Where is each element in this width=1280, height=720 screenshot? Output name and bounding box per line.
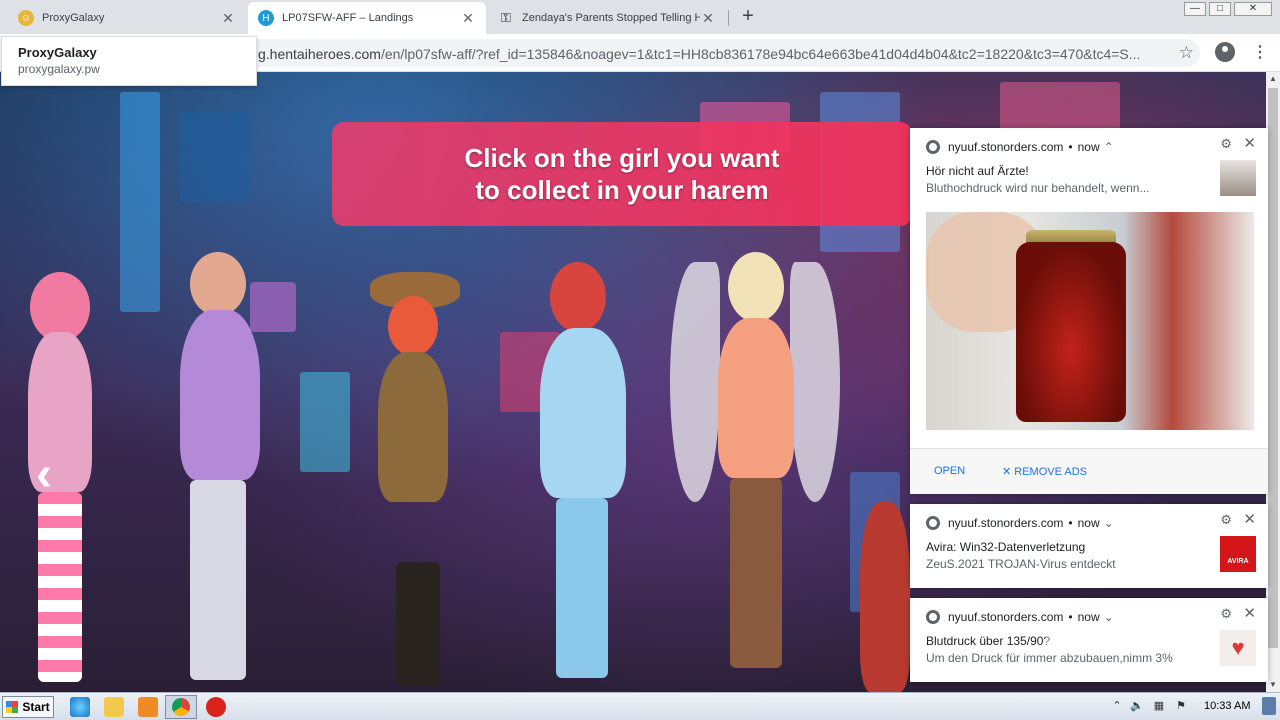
tab-separator (728, 10, 729, 26)
volume-icon[interactable]: 🔈 (1130, 699, 1144, 713)
windows-logo-icon (6, 701, 19, 713)
show-desktop-button[interactable] (1262, 697, 1276, 715)
open-button[interactable]: OPEN (934, 465, 965, 477)
character-4[interactable] (500, 252, 640, 692)
notification-domain: nyuuf.stonorders.com (948, 140, 1064, 154)
settings-gear-icon[interactable]: ⚙ (1220, 606, 1232, 622)
tab-zendaya[interactable]: ⚿ Zendaya's Parents Stopped Telling H ✕ (488, 2, 726, 34)
url-host: g.hentaiheroes.com (258, 46, 381, 62)
doctor-thumbnail-icon (1220, 160, 1256, 196)
proxygalaxy-favicon-icon: ☺ (18, 10, 34, 26)
tab-title: Zendaya's Parents Stopped Telling H (522, 12, 700, 24)
tab-hover-card: ProxyGalaxy proxygalaxy.pw (1, 36, 257, 86)
scroll-up-icon[interactable]: ▲ (1266, 72, 1280, 86)
notification-title: Hör nicht auf Ärzte! (926, 164, 1029, 178)
security-alert-icon[interactable] (206, 697, 226, 717)
windows-taskbar: Start ⌃ 🔈 ▦ ⚑ 10:33 AM (0, 692, 1280, 720)
notification-1[interactable]: nyuuf.stonorders.com • now ⌃ ⚙ ✕ Hör nic… (910, 128, 1268, 494)
notification-time: now (1077, 516, 1100, 530)
notification-message: Bluthochdruck wird nur behandelt, wenn..… (926, 181, 1150, 195)
scroll-thumb[interactable] (1268, 88, 1278, 648)
character-1[interactable] (10, 272, 110, 692)
chrome-taskbar-icon (172, 698, 190, 716)
action-center-flag-icon[interactable]: ⚑ (1174, 699, 1188, 713)
chrome-icon (926, 610, 940, 624)
url-path: /en/lp07sfw-aff/?ref_id=135846&noagev=1&… (380, 46, 1141, 62)
tray-expand-icon[interactable]: ⌃ (1110, 699, 1124, 713)
close-tab-icon[interactable]: ✕ (220, 10, 236, 27)
close-icon[interactable]: ✕ (1243, 510, 1256, 528)
close-tab-icon[interactable]: ✕ (700, 10, 716, 27)
notification-image (926, 212, 1254, 430)
notification-header: nyuuf.stonorders.com • now ⌃ (926, 140, 1114, 154)
close-icon[interactable]: ✕ (1243, 134, 1256, 152)
internet-explorer-icon[interactable] (70, 697, 90, 717)
maximize-button[interactable]: □ (1209, 2, 1231, 16)
avira-logo-icon: AVIRA (1220, 536, 1256, 572)
heart-thumbnail-icon: ♥ (1220, 630, 1256, 666)
remove-ads-label: REMOVE ADS (1014, 466, 1088, 478)
network-icon[interactable]: ▦ (1152, 699, 1166, 713)
character-2[interactable] (160, 252, 296, 692)
start-button[interactable]: Start (2, 696, 54, 718)
notification-header: nyuuf.stonorders.com • now ⌄ (926, 516, 1114, 530)
notification-title: Avira: Win32-Datenverletzung (926, 540, 1086, 554)
bookmark-star-icon[interactable]: ☆ (1179, 43, 1194, 63)
tab-title: ProxyGalaxy (42, 12, 105, 24)
hover-card-title: ProxyGalaxy (18, 45, 97, 60)
close-tab-icon[interactable]: ✕ (460, 10, 476, 27)
jar-icon (1016, 242, 1126, 422)
url-text: g.hentaiheroes.com/en/lp07sfw-aff/?ref_i… (258, 46, 1158, 62)
settings-gear-icon[interactable]: ⚙ (1220, 136, 1232, 152)
previous-arrow-icon[interactable]: ‹ (36, 447, 52, 502)
notification-2[interactable]: nyuuf.stonorders.com • now ⌄ ⚙ ✕ Avira: … (910, 504, 1268, 588)
remove-ads-button[interactable]: ✕ REMOVE ADS (1002, 465, 1087, 478)
watermark-logo: ANY.RUN (1040, 620, 1206, 658)
media-player-icon[interactable] (138, 697, 158, 717)
banner-text: Click on the girl you want to collect in… (432, 142, 812, 206)
file-explorer-icon[interactable] (104, 697, 124, 717)
close-window-button[interactable]: ✕ (1234, 2, 1272, 16)
profile-avatar-icon[interactable] (1215, 42, 1235, 62)
notification-message: ZeuS.2021 TROJAN-Virus entdeckt (926, 557, 1116, 571)
notification-title: Blutdruck über 135/90? (926, 634, 1051, 648)
character-3[interactable] (360, 272, 470, 692)
tab-landings[interactable]: H LP07SFW-AFF – Landings ✕ (248, 2, 486, 34)
scroll-down-icon[interactable]: ▼ (1266, 678, 1280, 692)
notification-time: now (1077, 140, 1100, 154)
notification-domain: nyuuf.stonorders.com (948, 516, 1064, 530)
tab-title: LP07SFW-AFF – Landings (282, 12, 414, 24)
expand-chevron-icon[interactable]: ⌄ (1104, 516, 1114, 530)
banner-line-2: to collect in your harem (475, 175, 769, 205)
character-6-partial[interactable] (840, 482, 910, 692)
minimize-button[interactable]: — (1184, 2, 1206, 16)
tab-proxygalaxy[interactable]: ☺ ProxyGalaxy ✕ (8, 2, 246, 34)
close-icon[interactable]: ✕ (1243, 604, 1256, 622)
hentaiheroes-favicon-icon: H (258, 10, 274, 26)
chrome-taskbar-button[interactable] (165, 695, 197, 719)
page-scrollbar[interactable]: ▲ ▼ (1266, 72, 1280, 692)
hover-card-url: proxygalaxy.pw (18, 62, 100, 76)
banner-line-1: Click on the girl you want (464, 143, 780, 173)
address-bar[interactable]: g.hentaiheroes.com/en/lp07sfw-aff/?ref_i… (240, 39, 1200, 67)
chrome-icon (926, 516, 940, 530)
start-label: Start (22, 700, 50, 714)
avira-logo-text: AVIRA (1227, 558, 1249, 565)
settings-gear-icon[interactable]: ⚙ (1220, 512, 1232, 528)
instruction-banner: Click on the girl you want to collect in… (332, 122, 912, 226)
chrome-icon (926, 140, 940, 154)
collapse-chevron-icon[interactable]: ⌃ (1104, 140, 1114, 154)
notification-actions: OPEN ✕ REMOVE ADS (910, 448, 1268, 494)
new-tab-button[interactable]: + (738, 6, 758, 28)
chrome-menu-icon[interactable]: ⋮ (1252, 42, 1268, 62)
key-favicon-icon: ⚿ (501, 10, 511, 25)
character-5[interactable] (670, 252, 840, 692)
system-clock[interactable]: 10:33 AM (1204, 700, 1250, 712)
tab-strip: ☺ ProxyGalaxy ✕ H LP07SFW-AFF – Landings… (0, 0, 1280, 34)
